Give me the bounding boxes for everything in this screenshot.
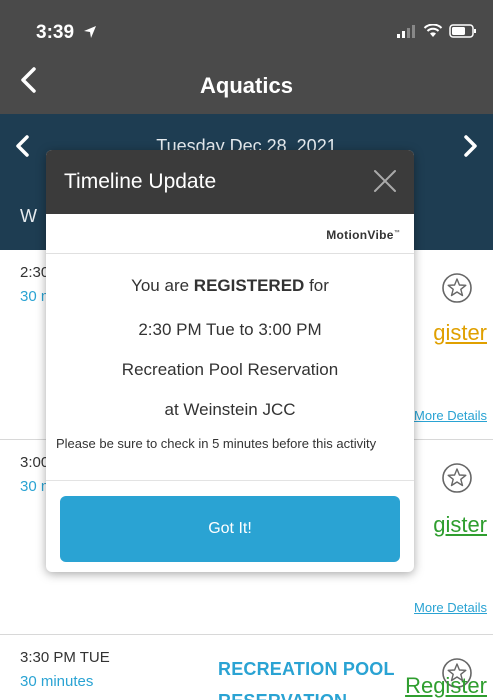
- activity-name-line2: RESERVATION: [218, 685, 395, 700]
- brand-band: MotionVibe™: [46, 214, 414, 254]
- battery-icon: [449, 24, 476, 38]
- status-time-text: 3:39: [36, 22, 75, 43]
- activity-name-line1: RECREATION POOL: [218, 659, 395, 679]
- close-icon[interactable]: [372, 168, 398, 194]
- next-day-chevron-icon[interactable]: [461, 134, 479, 158]
- dialog-title: Timeline Update: [64, 170, 217, 193]
- filter-label[interactable]: W: [20, 206, 37, 227]
- favorite-star-icon[interactable]: [441, 272, 473, 304]
- register-link[interactable]: gister: [433, 320, 487, 346]
- registration-location: at Weinstein JCC: [164, 400, 296, 419]
- register-link[interactable]: Register: [405, 673, 487, 699]
- got-it-button[interactable]: Got It!: [60, 496, 400, 562]
- status-bar-time: 3:39: [36, 22, 97, 44]
- signal-icon: [397, 25, 415, 38]
- timeline-update-dialog: Timeline Update MotionVibe™ You are REGI…: [46, 150, 414, 572]
- status-registered: REGISTERED: [193, 276, 305, 295]
- brand-logo-text: MotionVibe: [326, 228, 394, 242]
- activity-time: 3:30 PM TUE: [20, 649, 110, 666]
- more-details-link[interactable]: More Details: [414, 600, 487, 615]
- status-suffix: for: [309, 276, 329, 295]
- app-header: 3:39 Aquatics: [0, 0, 493, 114]
- registration-activity: Recreation Pool Reservation: [121, 360, 339, 379]
- status-prefix: You are: [131, 276, 190, 295]
- status-bar-icons: [397, 24, 477, 38]
- activity-time: 2:30: [20, 264, 50, 281]
- registration-status: You are REGISTERED for: [46, 276, 414, 296]
- register-link[interactable]: gister: [433, 512, 487, 538]
- activity-duration: 30 minutes: [20, 673, 94, 690]
- more-details-link[interactable]: More Details: [414, 408, 487, 423]
- location-arrow-icon: [84, 26, 97, 38]
- check-in-note: Please be sure to check in 5 minutes bef…: [56, 436, 377, 451]
- favorite-star-icon[interactable]: [441, 462, 473, 494]
- dialog-divider: [46, 480, 414, 481]
- dialog-header: Timeline Update: [46, 150, 414, 214]
- page-title: Aquatics: [200, 73, 293, 98]
- wifi-icon: [423, 24, 443, 37]
- activity-name[interactable]: RECREATION POOL RESERVATION: [218, 653, 395, 700]
- motionvibe-logo: MotionVibe™: [326, 228, 400, 242]
- activity-time: 3:00: [20, 454, 50, 471]
- activity-row[interactable]: 3:30 PM TUE 30 minutes RECREATION POOL R…: [0, 635, 493, 700]
- registration-time: 2:30 PM Tue to 3:00 PM: [138, 320, 322, 339]
